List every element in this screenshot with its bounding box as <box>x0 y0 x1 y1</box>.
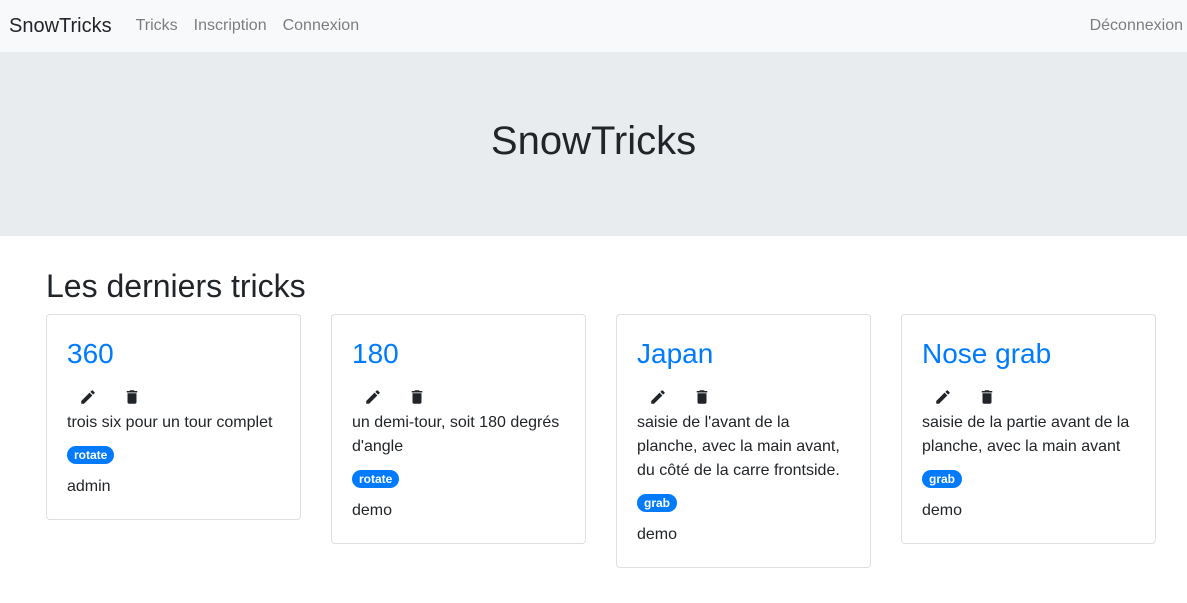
trick-card: Nose grab saisie de la partie avant de l… <box>901 314 1156 544</box>
nav-link-connexion[interactable]: Connexion <box>283 17 360 35</box>
trash-icon[interactable] <box>978 388 996 406</box>
nav-link-logout[interactable]: Déconnexion <box>1090 17 1183 35</box>
navbar-brand[interactable]: SnowTricks <box>9 15 112 38</box>
trick-author: demo <box>922 502 963 519</box>
pencil-icon[interactable] <box>364 388 382 406</box>
navbar: SnowTricks Tricks Inscription Connexion … <box>0 0 1187 52</box>
trick-card: Japan saisie de l'avant de la planche, a… <box>616 314 871 568</box>
section-title: Les derniers tricks <box>46 268 306 304</box>
trash-icon[interactable] <box>408 388 426 406</box>
trick-description: un demi-tour, soit 180 degrés d'angle <box>352 414 560 455</box>
trick-title-link[interactable]: 360 <box>67 337 280 371</box>
nav-link-tricks[interactable]: Tricks <box>136 17 178 35</box>
trick-tag-badge[interactable]: rotate <box>352 470 400 488</box>
trick-author: demo <box>352 502 393 519</box>
trash-icon[interactable] <box>123 388 141 406</box>
trick-author: demo <box>637 526 678 543</box>
trick-description: saisie de la partie avant de la planche,… <box>922 414 1130 455</box>
trick-tag-badge[interactable]: rotate <box>67 446 115 464</box>
trick-tag-badge[interactable]: grab <box>922 470 963 488</box>
trick-card: 360 trois six pour un tour complet rotat… <box>46 314 301 520</box>
trick-card: 180 un demi-tour, soit 180 degrés d'angl… <box>331 314 586 544</box>
trick-description: trois six pour un tour complet <box>67 414 273 431</box>
trick-title-link[interactable]: Nose grab <box>922 337 1135 371</box>
trick-actions <box>922 385 1135 409</box>
pencil-icon[interactable] <box>79 388 97 406</box>
trick-title-link[interactable]: Japan <box>637 337 850 371</box>
nav-link-inscription[interactable]: Inscription <box>194 17 267 35</box>
trick-description: saisie de l'avant de la planche, avec la… <box>637 414 840 479</box>
trick-author: admin <box>67 478 111 495</box>
trick-actions <box>67 385 280 409</box>
pencil-icon[interactable] <box>934 388 952 406</box>
hero-banner: SnowTricks <box>0 52 1187 236</box>
trick-actions <box>352 385 565 409</box>
trash-icon[interactable] <box>693 388 711 406</box>
pencil-icon[interactable] <box>649 388 667 406</box>
trick-actions <box>637 385 850 409</box>
trick-title-link[interactable]: 180 <box>352 337 565 371</box>
hero-title: SnowTricks <box>490 118 697 163</box>
trick-tag-badge[interactable]: grab <box>637 494 678 512</box>
